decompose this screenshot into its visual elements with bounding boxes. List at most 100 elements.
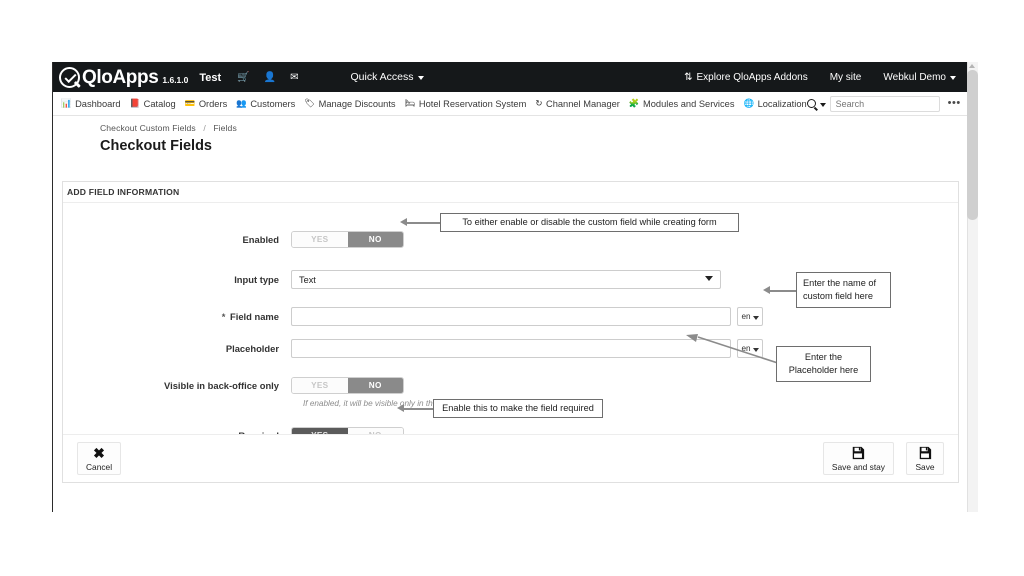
panel-header: ADD FIELD INFORMATION [63, 182, 958, 203]
field-name-input[interactable] [291, 307, 731, 326]
panel-title: ADD FIELD INFORMATION [67, 187, 180, 197]
catalog-icon: 📕 [129, 98, 141, 109]
nav-item-modules-and-services[interactable]: 🧩 Modules and Services [629, 99, 735, 109]
nav-label: Localization [757, 98, 807, 109]
placeholder-input[interactable] [291, 339, 731, 358]
save-button[interactable]: Save [906, 442, 944, 475]
nav-item-orders[interactable]: 💳 Orders [185, 99, 228, 109]
visible-back-office-label: Visible in back-office only [164, 380, 279, 391]
envelope-icon[interactable]: ✉ [290, 73, 298, 83]
qloapps-logo-icon [59, 66, 80, 88]
save-icon [851, 446, 865, 460]
my-site-label: My site [829, 71, 862, 83]
annotation-placeholder: Enter the Placeholder here [776, 346, 871, 382]
quick-access-menu[interactable]: Quick Access [350, 71, 424, 83]
row-enabled: Enabled YES NO [63, 231, 958, 248]
nav-label: Channel Manager [545, 98, 620, 109]
nav-item-customers[interactable]: 👥 Customers [236, 99, 295, 109]
scroll-up-arrow-icon[interactable] [969, 64, 975, 68]
field-name-label-text: Field name [230, 311, 279, 322]
visible-back-office-toggle-no[interactable]: NO [347, 378, 403, 393]
top-header-bar: QloApps 1.6.1.0 Test 🛒 👤 ✉ Quick Access … [52, 62, 968, 92]
nav-item-dashboard[interactable]: 📊 Dashboard [61, 99, 121, 109]
user-icon[interactable]: 👤 [264, 73, 276, 83]
enabled-toggle[interactable]: YES NO [291, 231, 404, 248]
annotation-placeholder-line1: Enter the [804, 351, 843, 362]
shop-name[interactable]: Test [199, 72, 221, 84]
nav-label: Manage Discounts [318, 98, 396, 109]
field-name-label: * Field name [63, 311, 291, 322]
nav-item-localization[interactable]: 🌐 Localization [743, 99, 806, 109]
annotation-enabled: To either enable or disable the custom f… [440, 213, 739, 232]
screenshot-root: QloApps 1.6.1.0 Test 🛒 👤 ✉ Quick Access … [0, 0, 1024, 576]
cancel-label: Cancel [86, 461, 113, 472]
save-and-stay-button[interactable]: Save and stay [822, 442, 894, 475]
quick-access-label: Quick Access [350, 71, 414, 83]
save-and-stay-label: Save and stay [831, 461, 885, 472]
input-type-value: Text [299, 274, 316, 285]
vertical-scrollbar-thumb[interactable] [967, 70, 978, 220]
breadcrumb-separator: / [203, 123, 206, 133]
annotation-field-name: Enter the name of custom field here [796, 272, 891, 308]
page-title: Checkout Fields [100, 138, 212, 154]
search-group[interactable] [806, 95, 940, 112]
nav-item-catalog[interactable]: 📕 Catalog [130, 99, 176, 109]
nav-label: Customers [250, 98, 296, 109]
panel-footer: ✖ Cancel Save and stay Save [63, 434, 958, 482]
chevron-down-icon [950, 76, 956, 80]
field-name-language-button[interactable]: en [737, 307, 763, 326]
nav-item-hotel-reservation-system[interactable]: 🛏 Hotel Reservation System [405, 99, 527, 109]
breadcrumb-current[interactable]: Fields [213, 123, 237, 133]
nav-right-group: ••• [806, 95, 961, 112]
annotation-arrowhead-enabled [400, 218, 407, 226]
brand-version: 1.6.1.0 [162, 75, 189, 85]
more-options-icon[interactable]: ••• [948, 98, 961, 109]
orders-icon: 💳 [184, 98, 196, 109]
search-icon[interactable] [806, 99, 816, 108]
bed-icon: 🛏 [404, 98, 416, 109]
account-menu[interactable]: Webkul Demo [883, 72, 956, 83]
chevron-down-icon[interactable] [819, 102, 826, 107]
cart-icon[interactable]: 🛒 [237, 73, 249, 83]
nav-item-manage-discounts[interactable]: 🏷 Manage Discounts [304, 99, 395, 109]
input-type-select[interactable]: Text [291, 270, 721, 289]
account-label: Webkul Demo [883, 71, 946, 83]
explore-addons-label: Explore QloApps Addons [696, 71, 808, 83]
top-icon-group: 🛒 👤 ✉ [237, 73, 298, 83]
annotation-required: Enable this to make the field required [433, 399, 603, 418]
input-type-label: Input type [234, 274, 279, 285]
language-code: en [741, 312, 751, 321]
refresh-icon: ↻ [535, 98, 543, 109]
explore-addons-link[interactable]: ⇅ Explore QloApps Addons [684, 72, 808, 83]
globe-icon: 🌐 [743, 98, 755, 109]
chevron-down-icon [705, 276, 713, 281]
nav-label: Orders [198, 98, 228, 109]
chevron-down-icon [417, 76, 424, 80]
cancel-button[interactable]: ✖ Cancel [77, 442, 122, 475]
enabled-toggle-yes[interactable]: YES [292, 232, 348, 247]
brand[interactable]: QloApps 1.6.1.0 [59, 66, 189, 88]
app-viewport: QloApps 1.6.1.0 Test 🛒 👤 ✉ Quick Access … [52, 62, 979, 512]
breadcrumb-parent[interactable]: Checkout Custom Fields [100, 123, 196, 133]
modules-icon: 🧩 [628, 98, 640, 109]
my-site-link[interactable]: My site [830, 72, 862, 83]
brand-name: QloApps [82, 66, 159, 88]
nav-label: Dashboard [75, 98, 121, 109]
visible-back-office-toggle-yes[interactable]: YES [292, 378, 348, 393]
nav-label: Catalog [143, 98, 176, 109]
nav-item-channel-manager[interactable]: ↻ Channel Manager [535, 99, 620, 109]
row-field-name: * Field name en [63, 307, 958, 326]
breadcrumb: Checkout Custom Fields / Fields [100, 123, 237, 133]
addons-icon: ⇅ [684, 71, 693, 83]
discount-tag-icon: 🏷 [304, 98, 316, 109]
chevron-down-icon [752, 315, 759, 320]
search-input[interactable] [829, 95, 940, 112]
main-navigation-bar: 📊 Dashboard 📕 Catalog 💳 Orders 👥 Custome… [52, 92, 968, 116]
customers-icon: 👥 [236, 98, 247, 109]
enabled-toggle-no[interactable]: NO [347, 232, 403, 247]
annotation-placeholder-line2: Placeholder here [788, 365, 859, 375]
annotation-field-name-line1: Enter the name of [803, 277, 877, 288]
visible-back-office-toggle[interactable]: YES NO [291, 377, 404, 394]
enabled-control: YES NO [291, 231, 958, 248]
dashboard-icon: 📊 [61, 98, 72, 109]
